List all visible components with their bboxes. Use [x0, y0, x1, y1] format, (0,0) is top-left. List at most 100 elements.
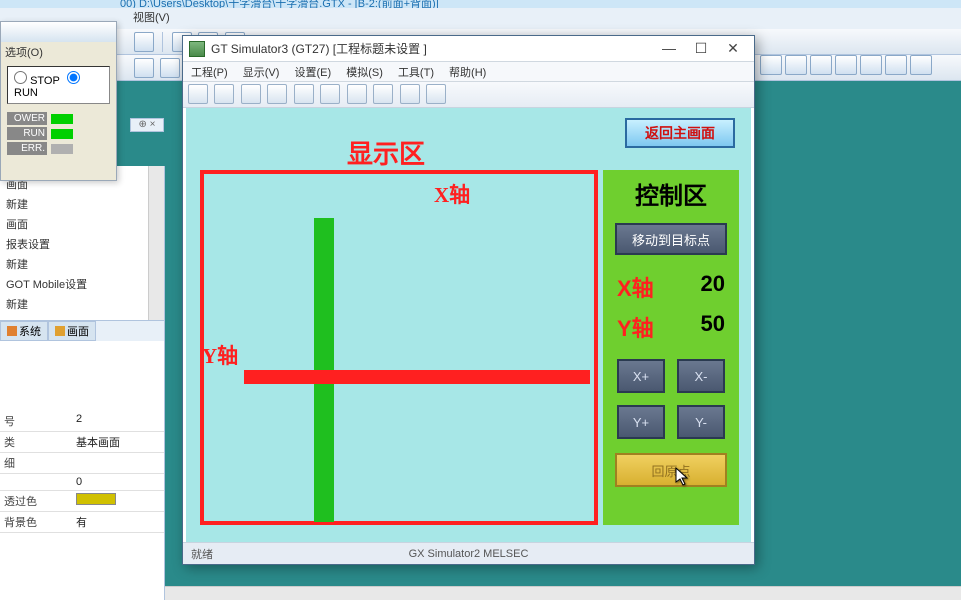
- scroll-up-icon[interactable]: [151, 168, 162, 179]
- toolbar-icon[interactable]: [860, 55, 882, 75]
- ide-toolbar-right: [760, 55, 932, 81]
- return-main-button[interactable]: 返回主画面: [625, 118, 735, 148]
- toolbar-icon[interactable]: [160, 58, 180, 78]
- menu-settings[interactable]: 设置(E): [294, 67, 331, 79]
- plc-led-panel: OWER RUN ERR.: [7, 112, 110, 155]
- menu-tools[interactable]: 工具(T): [398, 67, 434, 79]
- y-axis-label: Y轴: [202, 340, 238, 370]
- toolbar-icon[interactable]: [241, 84, 261, 104]
- plc-led-label: ERR.: [7, 142, 47, 155]
- x-axis-label: X轴: [434, 179, 470, 209]
- toolbar-icon[interactable]: [347, 84, 367, 104]
- jog-y-plus-button[interactable]: Y+: [617, 405, 665, 439]
- close-button[interactable]: ✕: [718, 39, 748, 59]
- property-row[interactable]: 背景色有: [0, 512, 164, 533]
- scroll-down-icon[interactable]: [151, 307, 162, 318]
- maximize-button[interactable]: ☐: [686, 39, 716, 59]
- sim-toolbar: [183, 82, 754, 108]
- menu-view[interactable]: 视图(V): [133, 12, 170, 24]
- menu-simulate[interactable]: 模拟(S): [346, 67, 383, 79]
- plc-monitor-window: 选项(O) STOP RUN OWER RUN ERR.: [0, 21, 117, 181]
- control-title: 控制区: [603, 170, 739, 221]
- property-grid: 号2 类基本画面 细 0 透过色 背景色有: [0, 411, 164, 600]
- property-row[interactable]: 类基本画面: [0, 432, 164, 453]
- plc-title-bar[interactable]: [1, 22, 116, 42]
- sim-title-bar[interactable]: GT Simulator3 (GT27) [工程标题未设置 ] — ☐ ✕: [183, 36, 754, 62]
- sim-title-text: GT Simulator3 (GT27) [工程标题未设置 ]: [211, 40, 652, 57]
- tree-item[interactable]: 画面: [0, 214, 164, 234]
- toolbar-icon[interactable]: [188, 84, 208, 104]
- plc-led-label: OWER: [7, 112, 47, 125]
- property-row[interactable]: 号2: [0, 411, 164, 432]
- tab-system[interactable]: 系统: [0, 321, 48, 341]
- toolbar-icon[interactable]: [810, 55, 832, 75]
- plc-menu-options[interactable]: 选项(O): [1, 42, 116, 60]
- toolbar-icon[interactable]: [426, 84, 446, 104]
- xy-display-frame: X轴 Y轴: [200, 170, 598, 525]
- toolbar-icon[interactable]: [134, 58, 154, 78]
- tab-icon: [7, 326, 17, 336]
- x-value-display[interactable]: 20: [701, 271, 725, 303]
- minimize-button[interactable]: —: [654, 39, 684, 59]
- left-panel-tabs: 系统 画面: [0, 321, 164, 341]
- home-button[interactable]: 回原点: [615, 453, 727, 487]
- toolbar-icon[interactable]: [294, 84, 314, 104]
- app-icon: [189, 41, 205, 57]
- toolbar-icon[interactable]: [373, 84, 393, 104]
- tab-screen[interactable]: 画面: [48, 321, 96, 341]
- ide-menu-bar[interactable]: 视图(V): [0, 8, 961, 29]
- y-value-display[interactable]: 50: [701, 311, 725, 343]
- color-swatch-icon[interactable]: [76, 493, 116, 505]
- plc-radio-stop[interactable]: STOP: [14, 75, 60, 87]
- toolbar-icon[interactable]: [267, 84, 287, 104]
- tab-icon: [55, 326, 65, 336]
- jog-row-x: X+ X-: [603, 359, 739, 393]
- sim-menu-bar: 工程(P) 显示(V) 设置(E) 模拟(S) 工具(T) 帮助(H): [183, 62, 754, 82]
- ide-title-path: 00) D:\Users\Desktop\十字滑台\十字滑台.GTX - [B-…: [120, 0, 439, 8]
- menu-display[interactable]: 显示(V): [243, 67, 280, 79]
- sim-status-bar: 就绪 GX Simulator2 MELSEC: [183, 542, 754, 564]
- toolbar-icon[interactable]: [760, 55, 782, 75]
- jog-x-plus-button[interactable]: X+: [617, 359, 665, 393]
- y-axis-indicator: Y轴: [617, 311, 654, 343]
- power-led-icon: [51, 114, 73, 124]
- dock-pin-close[interactable]: ⊕ ×: [130, 118, 164, 132]
- move-to-target-button[interactable]: 移动到目标点: [615, 223, 727, 255]
- property-row[interactable]: 透过色: [0, 491, 164, 512]
- ide-title-bar: 00) D:\Users\Desktop\十字滑台\十字滑台.GTX - [B-…: [0, 0, 961, 8]
- status-simulator-mode: GX Simulator2 MELSEC: [409, 548, 529, 560]
- tree-item[interactable]: 新建: [0, 194, 164, 214]
- tree-item[interactable]: 报表设置: [0, 234, 164, 254]
- x-value-row: X轴 20: [603, 267, 739, 307]
- jog-x-minus-button[interactable]: X-: [677, 359, 725, 393]
- menu-help[interactable]: 帮助(H): [449, 67, 486, 79]
- project-tree-list[interactable]: 画面 新建 画面 报表设置 新建 GOT Mobile设置 新建: [0, 166, 164, 321]
- plc-led-label: RUN: [7, 127, 47, 140]
- project-tree-panel: 画面 新建 画面 报表设置 新建 GOT Mobile设置 新建 系统 画面 号…: [0, 166, 165, 600]
- y-value-row: Y轴 50: [603, 307, 739, 347]
- toolbar-icon[interactable]: [910, 55, 932, 75]
- toolbar-icon[interactable]: [214, 84, 234, 104]
- toolbar-icon[interactable]: [885, 55, 907, 75]
- property-row[interactable]: 细: [0, 453, 164, 474]
- toolbar-icon[interactable]: [400, 84, 420, 104]
- x-axis-indicator: X轴: [617, 271, 654, 303]
- control-panel: 控制区 移动到目标点 X轴 20 Y轴 50 X+ X- Y+ Y- 回原点: [603, 170, 739, 525]
- tree-item[interactable]: 新建: [0, 254, 164, 274]
- toolbar-icon[interactable]: [320, 84, 340, 104]
- toolbar-icon[interactable]: [134, 32, 154, 52]
- hmi-canvas: 显示区 返回主画面 X轴 Y轴 控制区 移动到目标点 X轴 20 Y轴 50 X…: [186, 108, 751, 542]
- display-area-title: 显示区: [186, 134, 586, 171]
- property-row[interactable]: 0: [0, 474, 164, 491]
- toolbar-separator: [162, 32, 163, 52]
- jog-row-y: Y+ Y-: [603, 405, 739, 439]
- tree-item[interactable]: GOT Mobile设置: [0, 274, 164, 294]
- menu-project[interactable]: 工程(P): [191, 67, 228, 79]
- toolbar-icon[interactable]: [785, 55, 807, 75]
- jog-y-minus-button[interactable]: Y-: [677, 405, 725, 439]
- err-led-icon: [51, 144, 73, 154]
- tree-item[interactable]: 新建: [0, 294, 164, 314]
- toolbar-icon[interactable]: [835, 55, 857, 75]
- run-led-icon: [51, 129, 73, 139]
- y-position-bar: [244, 370, 590, 384]
